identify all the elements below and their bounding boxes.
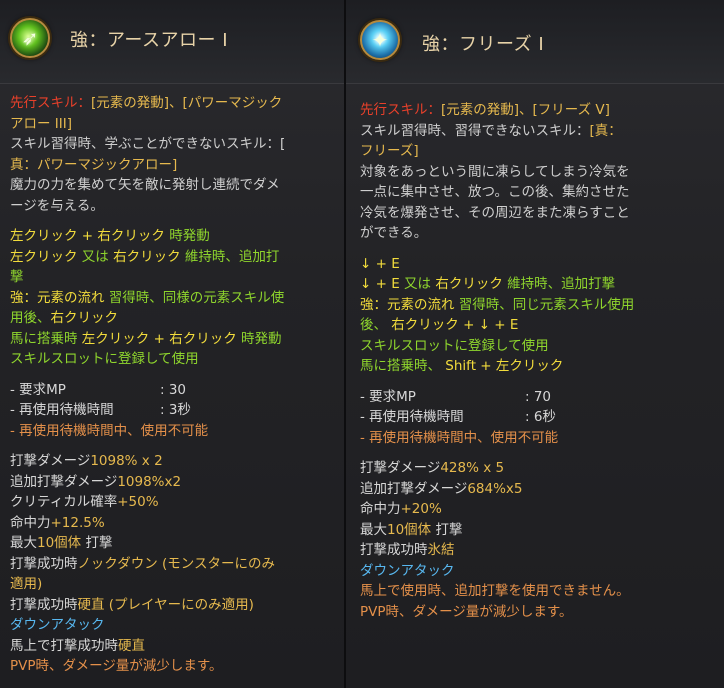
command-line-cont: 後、 右クリック + ↓ + E	[360, 317, 519, 333]
accuracy-stat: 命中力+20%	[360, 501, 442, 517]
arrow-icon: ➶	[21, 26, 39, 50]
skill-title: 強：フリーズ I	[422, 34, 545, 55]
prereq-line: 先行スキル：[元素の発動]、[パワーマジック	[10, 95, 283, 111]
command-line: ↓ + E 又は 右クリック 維持時、追加打撃	[360, 276, 616, 292]
command-line-cont: 撃	[10, 269, 24, 285]
cooldown-stat: - 再使用待機時間: 3秒	[10, 402, 191, 418]
command-line: 強：元素の流れ 習得時、同じ元素スキル使用	[360, 296, 635, 313]
pvp-note: PVP時、ダメージ量が減少します。	[10, 658, 223, 674]
mp-stat: - 要求MP: 30	[10, 381, 187, 398]
description-cont: ージを与える。	[10, 197, 104, 214]
command-line: 左クリック 又は 右クリック 維持時、追加打	[10, 248, 280, 265]
skill-tooltip-freeze: ✦ 強：フリーズ I 先行スキル：[元素の発動]、[フリーズ V] スキル習得時…	[346, 0, 724, 688]
cooldown-note: - 再使用待機時間中、使用不可能	[10, 422, 209, 439]
freeze-stat: 打撃成功時氷結	[360, 542, 455, 558]
down-attack-label: ダウンアタック	[10, 617, 105, 633]
freeze-skill-icon: ✦	[360, 20, 400, 60]
skill-title: 強：アースアロー I	[70, 30, 229, 51]
pvp-note: PVP時、ダメージ量が減少します。	[360, 603, 573, 620]
description-cont: 冷気を爆発させ、その周辺をまた凍らすこと	[360, 204, 630, 221]
unlearn-line-cont: フリーズ]	[360, 143, 419, 159]
tooltip-header: ✦ 強：フリーズ I	[346, 0, 724, 84]
command-line: 左クリック + 右クリック 時発動	[10, 228, 210, 244]
knockdown-stat-cont: 適用)	[10, 576, 43, 592]
description: 対象をあっという間に凍らしてしまう冷気を	[360, 163, 630, 180]
max-targets-stat: 最大10個体 打撃	[360, 521, 463, 538]
cooldown-note: - 再使用待機時間中、使用不可能	[360, 429, 559, 446]
unlearn-line: スキル習得時、学ぶことができないスキル：[	[10, 136, 286, 152]
tooltip-body: 先行スキル：[元素の発動]、[フリーズ V] スキル習得時、習得できないスキル：…	[360, 100, 718, 622]
damage-stat: 打撃ダメージ428% x 5	[360, 460, 505, 476]
down-attack-label: ダウンアタック	[360, 562, 455, 579]
extra-damage-stat: 追加打撃ダメージ1098%x2	[10, 473, 182, 490]
damage-stat: 打撃ダメージ1098% x 2	[10, 453, 163, 469]
skill-tooltip-earth-arrow: ➶ 強：アースアロー I 先行スキル：[元素の発動]、[パワーマジック アロー …	[0, 0, 344, 688]
earth-arrow-skill-icon: ➶	[10, 18, 50, 58]
command-line: 強：元素の流れ 習得時、同様の元素スキル使	[10, 289, 285, 306]
description-cont: 一点に集中させ、放つ。この後、集約させた	[360, 184, 630, 200]
description-cont: ができる。	[360, 225, 428, 241]
prereq-line: 先行スキル：[元素の発動]、[フリーズ V]	[360, 102, 610, 118]
stiffness-stat: 打撃成功時硬直 (プレイヤーにのみ適用)	[10, 596, 254, 613]
mounted-stat: 馬上で打撃成功時硬直	[10, 637, 145, 654]
command-line: ↓ + E	[360, 255, 400, 272]
command-line: 馬に搭乗時 左クリック + 右クリック 時発動	[10, 330, 282, 347]
mp-stat: - 要求MP: 70	[360, 388, 552, 405]
knockdown-stat: 打撃成功時ノックダウン (モンスターにのみ	[10, 555, 275, 572]
mounted-note: 馬上で使用時、追加打撃を使用できません。	[360, 583, 630, 599]
description: 魔力の力を集めて矢を敵に発射し連続でダメ	[10, 177, 280, 193]
tooltip-body: 先行スキル：[元素の発動]、[パワーマジック アロー III] スキル習得時、学…	[10, 93, 338, 677]
command-line-cont: 用後、右クリック	[10, 310, 118, 326]
command-line: 馬に搭乗時、 Shift + 左クリック	[360, 358, 564, 374]
command-line: スキルスロットに登録して使用	[10, 351, 199, 367]
command-line: スキルスロットに登録して使用	[360, 337, 549, 354]
unlearn-line-cont: 真：パワーマジックアロー]	[10, 156, 178, 173]
max-targets-stat: 最大10個体 打撃	[10, 535, 113, 551]
extra-damage-stat: 追加打撃ダメージ684%x5	[360, 480, 523, 497]
crystal-icon: ✦	[371, 28, 389, 52]
prereq-line-cont: アロー III]	[10, 115, 73, 132]
tooltip-header: ➶ 強：アースアロー I	[0, 0, 344, 84]
unlearn-line: スキル習得時、習得できないスキル：[真：	[360, 122, 622, 139]
cooldown-stat: - 再使用待機時間: 6秒	[360, 409, 556, 425]
accuracy-stat: 命中力+12.5%	[10, 514, 105, 531]
crit-stat: クリティカル確率+50%	[10, 494, 159, 510]
